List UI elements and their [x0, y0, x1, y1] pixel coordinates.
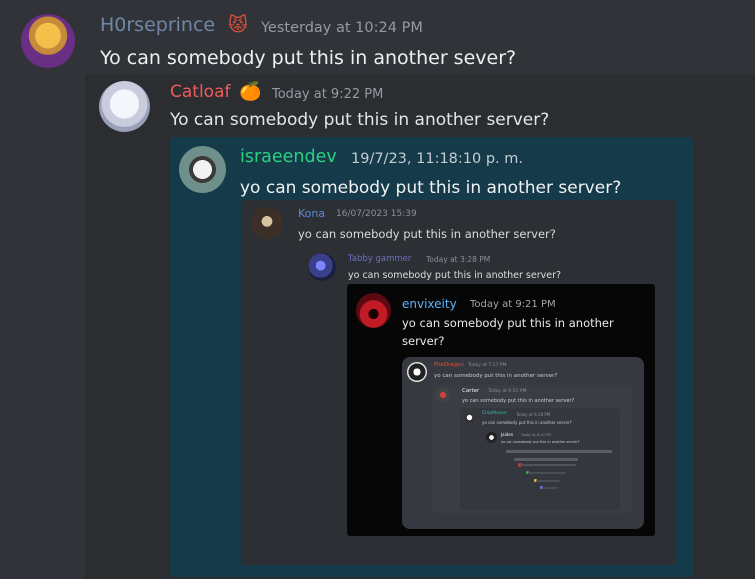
username: Catloaf: [170, 82, 231, 102]
timestamp: Today at 9:21 PM: [470, 299, 556, 310]
message-content: yo can somebody put this in another serv…: [348, 270, 562, 281]
avatar: [486, 432, 497, 443]
timestamp: Today at 6:10 PM: [521, 433, 551, 437]
nested-message-line: [506, 450, 612, 453]
username: ChipMoose: [482, 411, 507, 416]
message-content: yo can somebody put this in another serv…: [434, 373, 558, 379]
timestamp: Today at 3:28 PM: [426, 255, 491, 264]
nested-message-line: [536, 480, 560, 482]
avatar: [464, 412, 475, 423]
tangerine-emoji-icon: 🍊: [239, 81, 262, 102]
avatar: [407, 362, 427, 382]
avatar[interactable]: [21, 14, 75, 68]
avatar: [179, 146, 226, 193]
nested-message-line: [514, 458, 578, 461]
username: FireDragon: [434, 362, 465, 368]
avatar: [99, 81, 150, 132]
username: envixeity: [402, 297, 457, 311]
timestamp: 16/07/2023 15:39: [336, 209, 417, 219]
message-content: server?: [402, 334, 445, 348]
nested-message-line: [520, 464, 576, 466]
avatar: [356, 293, 391, 328]
message-content: yo can somebody put this in another serv…: [462, 398, 575, 404]
username: Jaiden: [501, 432, 514, 437]
message-content: Yo can somebody put this in another serv…: [170, 110, 550, 130]
username: Kona: [298, 207, 326, 220]
username: Carter: [462, 388, 480, 394]
avatar: [251, 207, 283, 239]
timestamp: Today at 6:51 PM: [488, 389, 527, 394]
timestamp: 19/7/23, 11:18:10 p. m.: [351, 151, 524, 167]
timestamp: Today at 9:22 PM: [272, 87, 384, 102]
message-content: yo can somebody put this in another serv…: [298, 227, 556, 241]
message-content: yo can somebody put this in another serv…: [482, 420, 572, 425]
username: Tabby gammer: [348, 254, 412, 264]
nested-message-line: [528, 472, 566, 474]
username: israeendev: [240, 147, 337, 167]
angry-fox-emoji-icon: 😾: [228, 14, 248, 36]
avatar: [436, 388, 450, 402]
message-content: yo can somebody put this in another serv…: [501, 440, 580, 444]
nested-message-line: [542, 487, 558, 489]
timestamp: Yesterday at 10:24 PM: [261, 20, 423, 36]
username[interactable]: H0rseprince: [100, 14, 215, 36]
avatar: [308, 253, 336, 281]
message-content: yo can somebody put this in another: [402, 316, 614, 330]
message-content: yo can somebody put this in another serv…: [240, 178, 622, 198]
message-content: Yo can somebody put this in another seve…: [100, 47, 517, 69]
timestamp: Today at 6:28 PM: [516, 412, 551, 417]
timestamp: Today at 7:17 PM: [468, 363, 507, 368]
